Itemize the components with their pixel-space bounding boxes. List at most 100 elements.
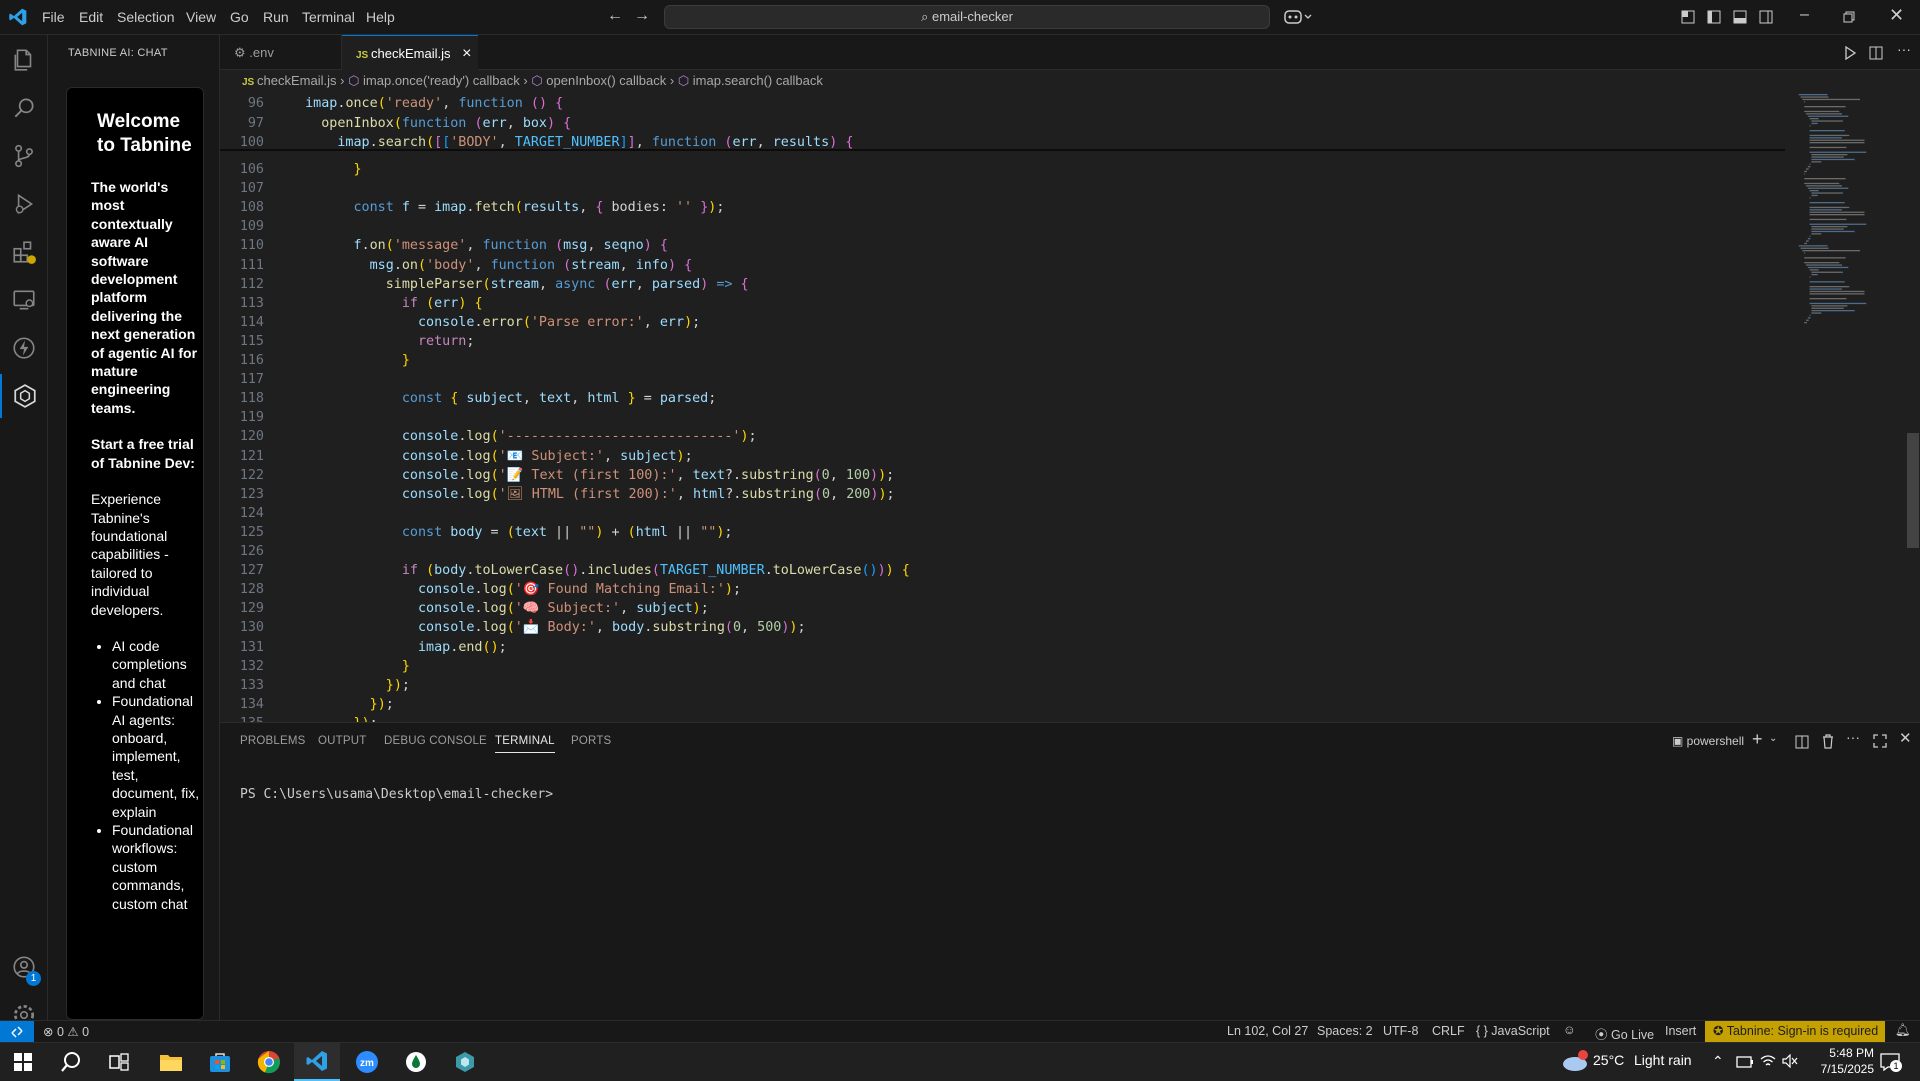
chrome-icon[interactable] — [246, 1043, 292, 1081]
copilot-icon[interactable] — [1284, 9, 1312, 25]
more-actions-icon[interactable]: ··· — [1846, 729, 1860, 745]
accounts-icon[interactable]: 1 — [0, 945, 48, 989]
trash-icon[interactable] — [1821, 734, 1835, 749]
vscode-taskbar-icon[interactable] — [294, 1043, 340, 1081]
code-line[interactable]: 124 — [220, 504, 1780, 523]
breadcrumb-item[interactable]: openInbox() callback — [546, 73, 666, 88]
insert-mode-status[interactable]: Insert — [1665, 1024, 1696, 1038]
app-hexagon-icon[interactable] — [442, 1043, 488, 1081]
windows-start-icon[interactable] — [0, 1043, 46, 1081]
code-line[interactable]: 123 console.log('🖼 HTML (first 200):', h… — [220, 485, 1780, 504]
run-debug-icon[interactable] — [0, 182, 48, 226]
menu-selection[interactable]: Selection — [117, 9, 175, 25]
toggle-secondary-sidebar-icon[interactable] — [1759, 10, 1773, 24]
code-line[interactable]: 112 simpleParser(stream, async (err, par… — [220, 275, 1780, 294]
code-line[interactable]: 115 return; — [220, 332, 1780, 351]
split-editor-icon[interactable] — [1869, 46, 1883, 60]
code-line[interactable]: 114 console.error('Parse error:', err); — [220, 313, 1780, 332]
indentation-status[interactable]: Spaces: 2 — [1317, 1024, 1373, 1038]
toggle-panel-icon[interactable] — [1733, 10, 1747, 24]
breadcrumb-file[interactable]: checkEmail.js — [257, 73, 336, 88]
wifi-icon[interactable] — [1760, 1054, 1776, 1068]
microsoft-store-icon[interactable] — [197, 1043, 243, 1081]
split-terminal-icon[interactable] — [1795, 735, 1809, 749]
code-line[interactable]: 129 console.log('🧠 Subject:', subject); — [220, 599, 1780, 618]
menu-terminal[interactable]: Terminal — [302, 9, 355, 25]
file-explorer-icon[interactable] — [148, 1043, 194, 1081]
close-panel-icon[interactable]: ✕ — [1899, 729, 1912, 747]
code-line[interactable]: 121 console.log('📧 Subject:', subject); — [220, 447, 1780, 466]
code-line[interactable]: 116 } — [220, 351, 1780, 370]
tabnine-status[interactable]: ✪ Tabnine: Sign-in is required — [1705, 1021, 1885, 1042]
remote-indicator[interactable] — [0, 1021, 34, 1043]
code-line[interactable]: 126 — [220, 542, 1780, 561]
task-view-icon[interactable] — [96, 1043, 142, 1081]
taskbar-search-icon[interactable] — [48, 1043, 94, 1081]
code-line[interactable]: 107 — [220, 179, 1780, 198]
chevron-down-icon[interactable]: ⌄ — [1769, 733, 1777, 744]
code-line[interactable]: 119 — [220, 408, 1780, 427]
go-live-status[interactable]: ⦿ Go Live — [1595, 1024, 1654, 1043]
tab-env[interactable]: ⚙ .env — [220, 35, 342, 70]
editor-scrollbar[interactable] — [1907, 433, 1919, 548]
extensions-icon[interactable] — [0, 230, 48, 274]
forward-arrow-icon[interactable]: → — [634, 7, 650, 25]
encoding-status[interactable]: UTF-8 — [1383, 1024, 1418, 1038]
close-tab-icon[interactable]: × — [462, 45, 471, 62]
lightning-icon[interactable] — [0, 326, 48, 370]
command-center-search[interactable]: ⌕ email-checker — [664, 5, 1270, 29]
maximize-panel-icon[interactable] — [1873, 734, 1887, 748]
remote-explorer-icon[interactable] — [0, 278, 48, 322]
tab-problems[interactable]: PROBLEMS — [240, 735, 306, 747]
close-window-icon[interactable]: ✕ — [1889, 5, 1904, 26]
restore-icon[interactable] — [1843, 11, 1855, 23]
code-line[interactable]: 127 if (body.toLowerCase().includes(TARG… — [220, 561, 1780, 580]
tab-terminal[interactable]: TERMINAL — [495, 735, 555, 753]
minimize-icon[interactable]: – — [1800, 6, 1809, 24]
code-line[interactable]: 133 }); — [220, 676, 1780, 695]
code-line[interactable]: 125 const body = (text || "") + (html ||… — [220, 523, 1780, 542]
language-status[interactable]: { } JavaScript — [1476, 1024, 1550, 1038]
tabnine-icon[interactable] — [0, 374, 48, 418]
minimap[interactable] — [1795, 92, 1905, 402]
sticky-code-line[interactable]: 96 imap.once('ready', function () { — [220, 94, 1780, 113]
terminal-shell-selector[interactable]: ▣ powershell — [1672, 734, 1744, 748]
code-line[interactable]: 122 console.log('📝 Text (first 100):', t… — [220, 466, 1780, 485]
menu-file[interactable]: File — [42, 9, 65, 25]
clock-time[interactable]: 5:48 PM — [1812, 1046, 1874, 1060]
problems-status[interactable]: ⊗ 0 ⚠ 0 — [43, 1024, 89, 1039]
new-terminal-icon[interactable]: + — [1752, 729, 1763, 750]
code-line[interactable]: 120 console.log('-----------------------… — [220, 427, 1780, 446]
terminal-prompt[interactable]: PS C:\Users\usama\Desktop\email-checker> — [240, 787, 553, 802]
eol-status[interactable]: CRLF — [1432, 1024, 1465, 1038]
chevron-up-icon[interactable]: ⌃ — [1712, 1053, 1724, 1070]
breadcrumb-item[interactable]: imap.search() callback — [693, 73, 823, 88]
clock-date[interactable]: 7/15/2025 — [1804, 1062, 1874, 1076]
code-line[interactable]: 106 } — [220, 160, 1780, 179]
search-icon[interactable] — [0, 86, 48, 130]
code-line[interactable]: 128 console.log('🎯 Found Matching Email:… — [220, 580, 1780, 599]
code-line[interactable]: 109 — [220, 217, 1780, 236]
zoom-icon[interactable]: zm — [344, 1043, 390, 1081]
layout-customize-icon[interactable] — [1681, 10, 1695, 24]
run-file-icon[interactable] — [1843, 46, 1857, 60]
copilot-status-icon[interactable]: ☺ — [1563, 1023, 1576, 1037]
more-actions-icon[interactable]: ··· — [1897, 41, 1911, 57]
code-line[interactable]: 134 }); — [220, 695, 1780, 714]
code-line[interactable]: 131 imap.end(); — [220, 638, 1780, 657]
tab-output[interactable]: OUTPUT — [318, 735, 366, 747]
speaker-muted-icon[interactable] — [1782, 1054, 1798, 1068]
cursor-position[interactable]: Ln 102, Col 27 — [1227, 1024, 1308, 1038]
code-line[interactable]: 117 — [220, 370, 1780, 389]
code-line[interactable]: 108 const f = imap.fetch(results, { bodi… — [220, 198, 1780, 217]
menu-go[interactable]: Go — [230, 9, 249, 25]
code-line[interactable]: 118 const { subject, text, html } = pars… — [220, 389, 1780, 408]
tab-checkemail[interactable]: JS checkEmail.js × — [342, 35, 478, 70]
code-line[interactable]: 132 } — [220, 657, 1780, 676]
battery-icon[interactable] — [1736, 1056, 1754, 1068]
sticky-code-line[interactable]: 97 openInbox(function (err, box) { — [220, 113, 1780, 133]
menu-view[interactable]: View — [186, 9, 216, 25]
code-line[interactable]: 130 console.log('📩 Body:', body.substrin… — [220, 618, 1780, 637]
tab-debug-console[interactable]: DEBUG CONSOLE — [384, 735, 487, 747]
toggle-primary-sidebar-icon[interactable] — [1707, 10, 1721, 24]
